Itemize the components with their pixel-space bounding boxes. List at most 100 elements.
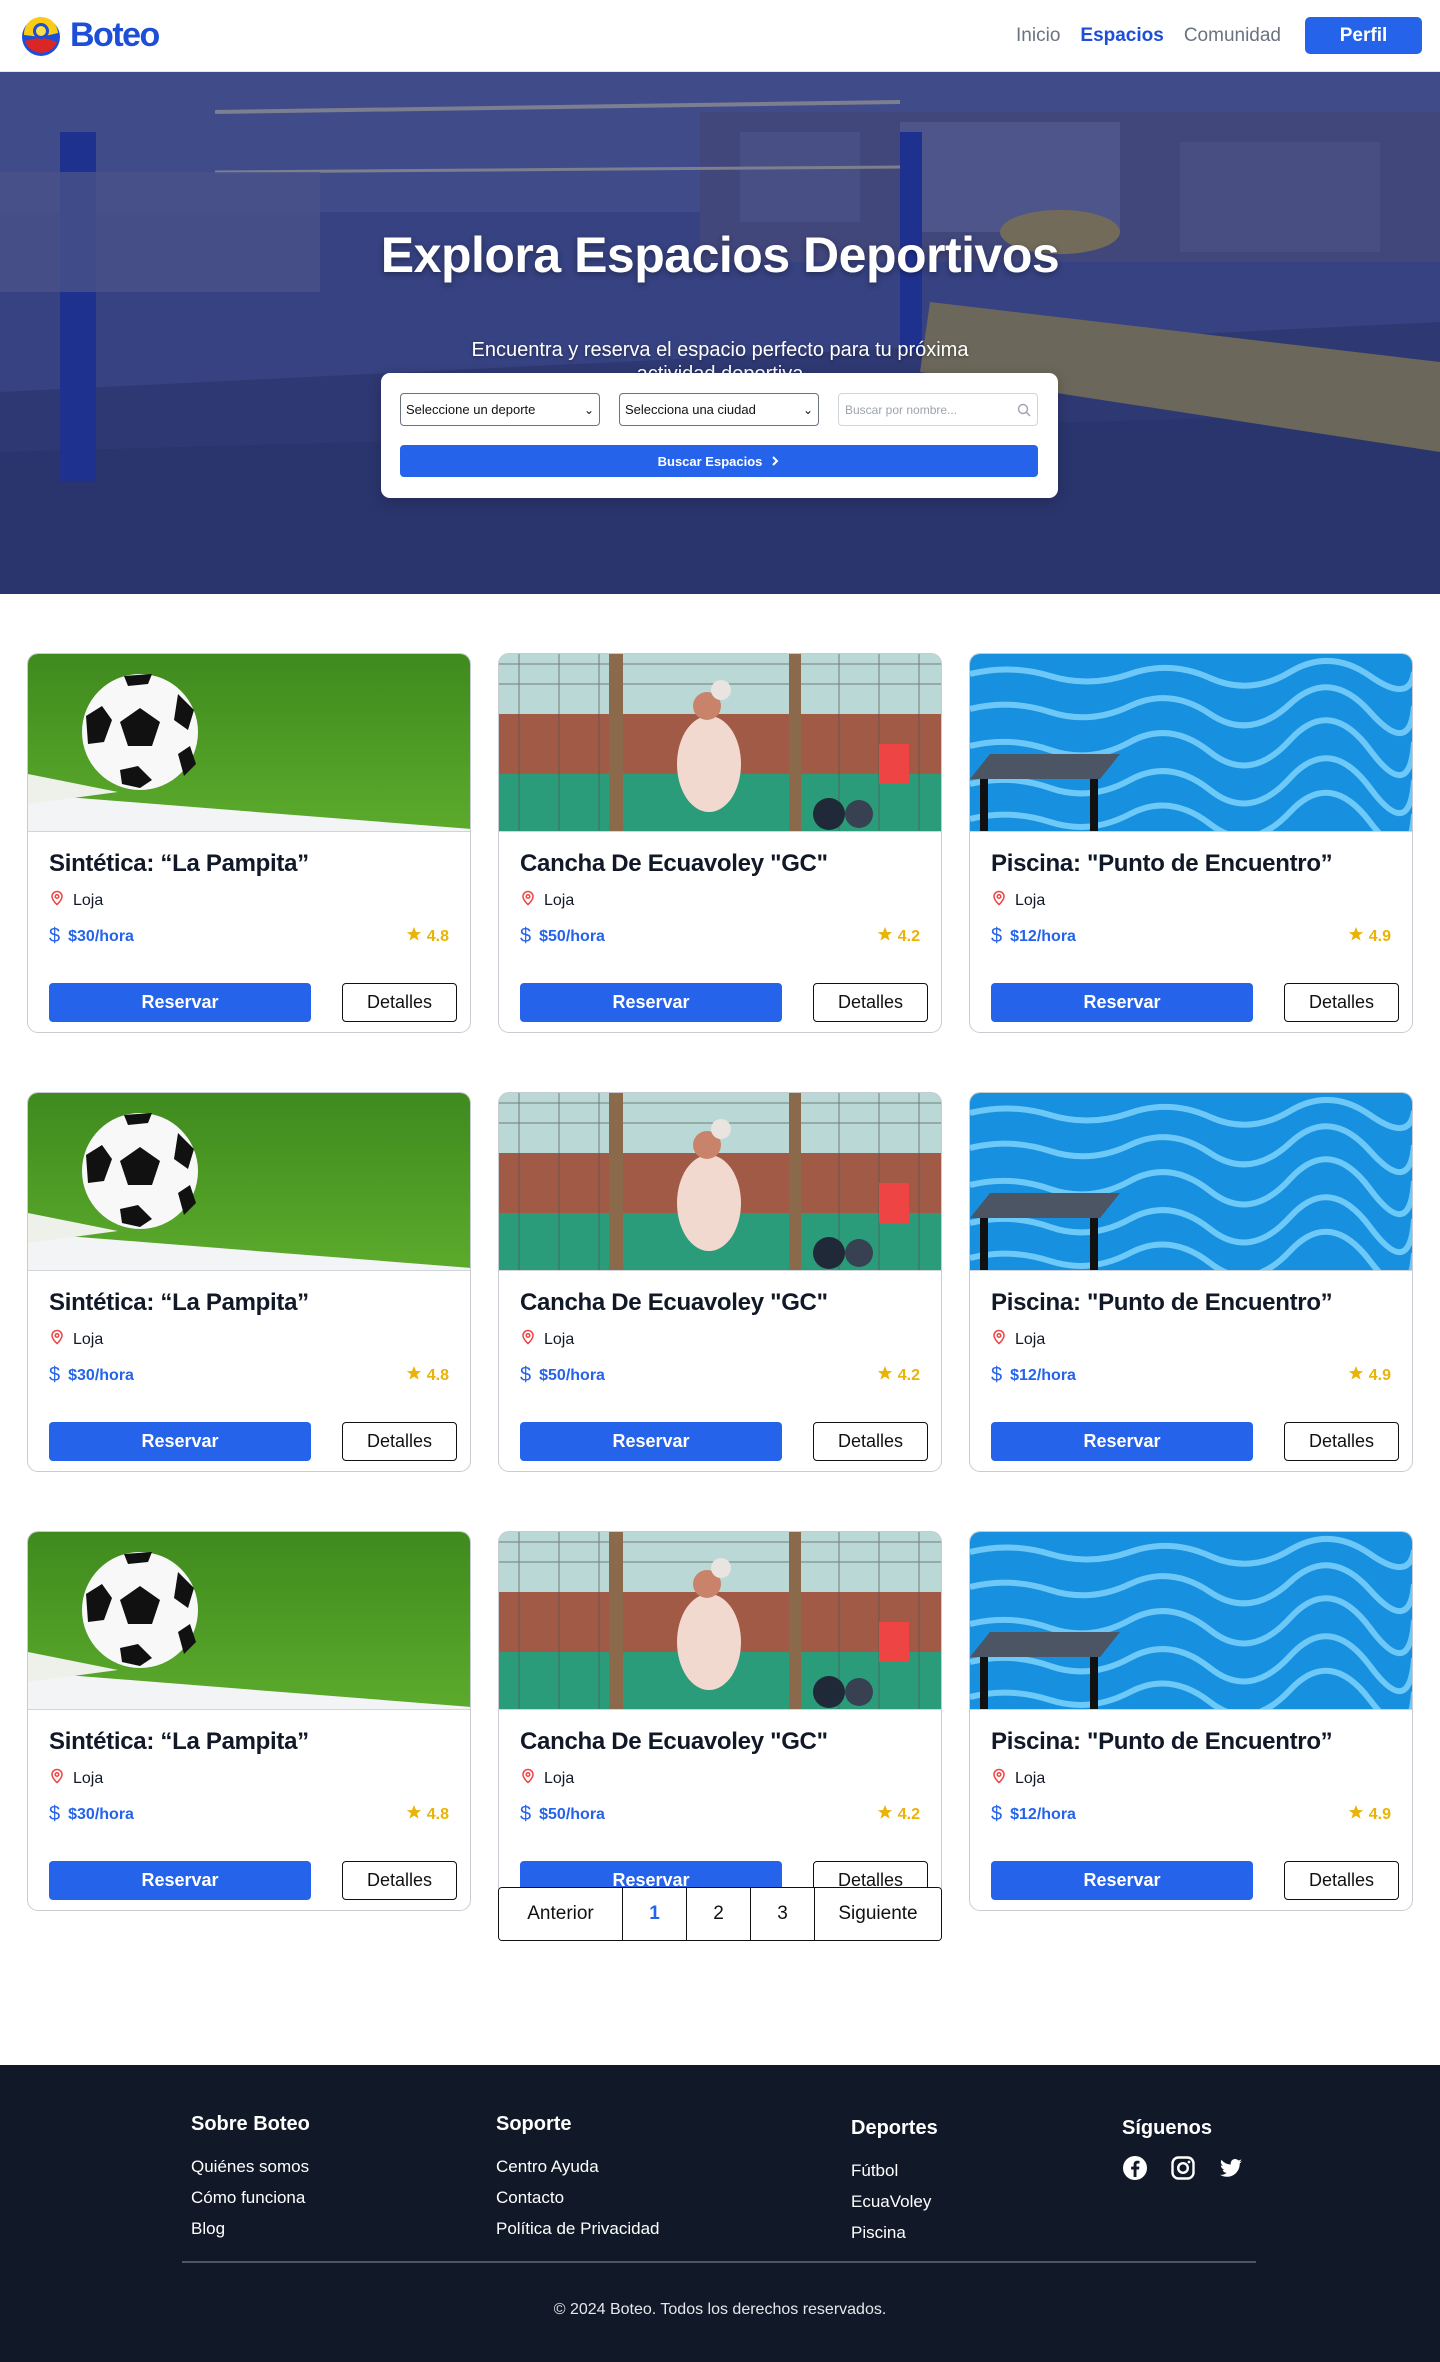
space-card[interactable]: Cancha De Ecuavoley "GC" Loja $ $50/hora…	[498, 653, 942, 1033]
hero-subtitle-line-1: Encuentra y reserva el espacio perfecto …	[471, 339, 969, 361]
soccer-ball-field-image	[28, 654, 470, 832]
profile-button[interactable]: Perfil	[1305, 17, 1422, 54]
footer-link-centro-ayuda[interactable]: Centro Ayuda	[496, 2151, 659, 2182]
footer-col-about: Sobre Boteo Quiénes somos Cómo funciona …	[191, 2113, 310, 2244]
reserve-button[interactable]: Reservar	[991, 1861, 1253, 1900]
reserve-button[interactable]: Reservar	[520, 1422, 782, 1461]
card-rating-value: 4.9	[1368, 1366, 1391, 1384]
footer-link-futbol[interactable]: Fútbol	[851, 2155, 938, 2186]
card-actions: Reservar Detalles	[49, 1861, 457, 1900]
card-rating: 4.2	[877, 1804, 920, 1825]
pagination-next[interactable]: Siguiente	[815, 1888, 941, 1940]
nav-link-inicio[interactable]: Inicio	[1016, 25, 1060, 47]
card-rating: 4.2	[877, 926, 920, 947]
space-card[interactable]: Piscina: "Punto de Encuentro” Loja $ $12…	[969, 1531, 1413, 1911]
map-pin-icon	[49, 1768, 65, 1789]
footer-link-blog[interactable]: Blog	[191, 2213, 310, 2244]
search-button[interactable]: Buscar Espacios	[400, 445, 1038, 477]
footer-link-contacto[interactable]: Contacto	[496, 2182, 659, 2213]
brand[interactable]: Boteo	[18, 13, 160, 59]
top-navbar: Boteo Inicio Espacios Comunidad Perfil	[0, 0, 1440, 72]
details-button[interactable]: Detalles	[342, 1422, 457, 1461]
card-title: Piscina: "Punto de Encuentro”	[991, 850, 1333, 877]
twitter-icon[interactable]	[1218, 2155, 1244, 2181]
search-panel: Seleccione un deporte ⌄ Selecciona una c…	[381, 373, 1058, 498]
card-rating-value: 4.9	[1368, 1805, 1391, 1823]
pagination-page-3[interactable]: 3	[751, 1888, 815, 1940]
sport-select[interactable]: Seleccione un deporte ⌄	[400, 393, 600, 426]
nav-link-espacios[interactable]: Espacios	[1080, 25, 1163, 47]
star-icon	[1348, 926, 1364, 947]
facebook-icon[interactable]	[1122, 2155, 1148, 2181]
space-card[interactable]: Cancha De Ecuavoley "GC" Loja $ $50/hora…	[498, 1092, 942, 1472]
reserve-button[interactable]: Reservar	[49, 1861, 311, 1900]
space-card[interactable]: Piscina: "Punto de Encuentro” Loja $ $12…	[969, 1092, 1413, 1472]
footer-link-privacidad[interactable]: Política de Privacidad	[496, 2213, 659, 2244]
card-location: Loja	[49, 890, 449, 911]
card-price-value: $12/hora	[1010, 927, 1076, 945]
card-rating-value: 4.2	[897, 1366, 920, 1384]
reserve-button[interactable]: Reservar	[991, 983, 1253, 1022]
reserve-button[interactable]: Reservar	[991, 1422, 1253, 1461]
map-pin-icon	[49, 1329, 65, 1350]
map-pin-icon	[49, 890, 65, 911]
nav-link-comunidad[interactable]: Comunidad	[1184, 25, 1281, 47]
pagination: Anterior 1 2 3 Siguiente	[498, 1887, 942, 1941]
space-card[interactable]: Sintética: “La Pampita” Loja $ $30/hora …	[27, 1531, 471, 1911]
footer-divider	[182, 2261, 1256, 2263]
pagination-prev[interactable]: Anterior	[499, 1888, 623, 1940]
card-body: Sintética: “La Pampita” Loja $ $30/hora …	[28, 832, 470, 1032]
card-price: $ $50/hora	[520, 925, 605, 948]
footer-link-ecuavoley[interactable]: EcuaVoley	[851, 2186, 938, 2217]
details-button[interactable]: Detalles	[342, 1861, 457, 1900]
card-meta: $ $50/hora 4.2	[520, 1364, 920, 1387]
card-price-value: $30/hora	[68, 1805, 134, 1823]
card-rating: 4.8	[406, 1804, 449, 1825]
details-button[interactable]: Detalles	[1284, 983, 1399, 1022]
card-price-value: $50/hora	[539, 927, 605, 945]
instagram-icon[interactable]	[1170, 2155, 1196, 2181]
details-button[interactable]: Detalles	[813, 983, 928, 1022]
space-card[interactable]: Sintética: “La Pampita” Loja $ $30/hora …	[27, 653, 471, 1033]
footer-link-piscina[interactable]: Piscina	[851, 2217, 938, 2248]
details-button[interactable]: Detalles	[1284, 1861, 1399, 1900]
ecuavoley-court-image	[499, 654, 941, 832]
card-body: Piscina: "Punto de Encuentro” Loja $ $12…	[970, 1271, 1412, 1471]
card-title: Piscina: "Punto de Encuentro”	[991, 1289, 1333, 1316]
footer-link-como-funciona[interactable]: Cómo funciona	[191, 2182, 310, 2213]
space-card[interactable]: Piscina: "Punto de Encuentro” Loja $ $12…	[969, 653, 1413, 1033]
card-body: Cancha De Ecuavoley "GC" Loja $ $50/hora…	[499, 832, 941, 1032]
card-city: Loja	[544, 1769, 575, 1787]
space-card[interactable]: Cancha De Ecuavoley "GC" Loja $ $50/hora…	[498, 1531, 942, 1911]
space-card[interactable]: Sintética: “La Pampita” Loja $ $30/hora …	[27, 1092, 471, 1472]
search-input[interactable]: Buscar por nombre...	[838, 393, 1038, 426]
card-city: Loja	[1015, 1769, 1046, 1787]
city-select-value: Selecciona una ciudad	[625, 402, 756, 417]
pagination-page-2[interactable]: 2	[687, 1888, 751, 1940]
reserve-button[interactable]: Reservar	[49, 983, 311, 1022]
card-location: Loja	[520, 1329, 920, 1350]
details-button[interactable]: Detalles	[1284, 1422, 1399, 1461]
map-pin-icon	[520, 1768, 536, 1789]
reserve-button[interactable]: Reservar	[49, 1422, 311, 1461]
city-select[interactable]: Selecciona una ciudad ⌄	[619, 393, 819, 426]
reserve-button[interactable]: Reservar	[520, 983, 782, 1022]
card-location: Loja	[520, 1768, 920, 1789]
card-meta: $ $12/hora 4.9	[991, 925, 1391, 948]
card-meta: $ $12/hora 4.9	[991, 1364, 1391, 1387]
map-pin-icon	[991, 1329, 1007, 1350]
pagination-page-1[interactable]: 1	[623, 1888, 687, 1940]
footer-link-quienes-somos[interactable]: Quiénes somos	[191, 2151, 310, 2182]
dollar-icon: $	[49, 925, 61, 947]
card-city: Loja	[1015, 1330, 1046, 1348]
map-pin-icon	[520, 1329, 536, 1350]
details-button[interactable]: Detalles	[342, 983, 457, 1022]
spaces-grid: Sintética: “La Pampita” Loja $ $30/hora …	[0, 594, 1440, 2064]
card-price: $ $12/hora	[991, 1364, 1076, 1387]
card-location: Loja	[991, 1329, 1391, 1350]
details-button[interactable]: Detalles	[813, 1422, 928, 1461]
card-title: Sintética: “La Pampita”	[49, 850, 309, 877]
card-price: $ $12/hora	[991, 925, 1076, 948]
card-city: Loja	[73, 891, 104, 909]
card-city: Loja	[544, 891, 575, 909]
